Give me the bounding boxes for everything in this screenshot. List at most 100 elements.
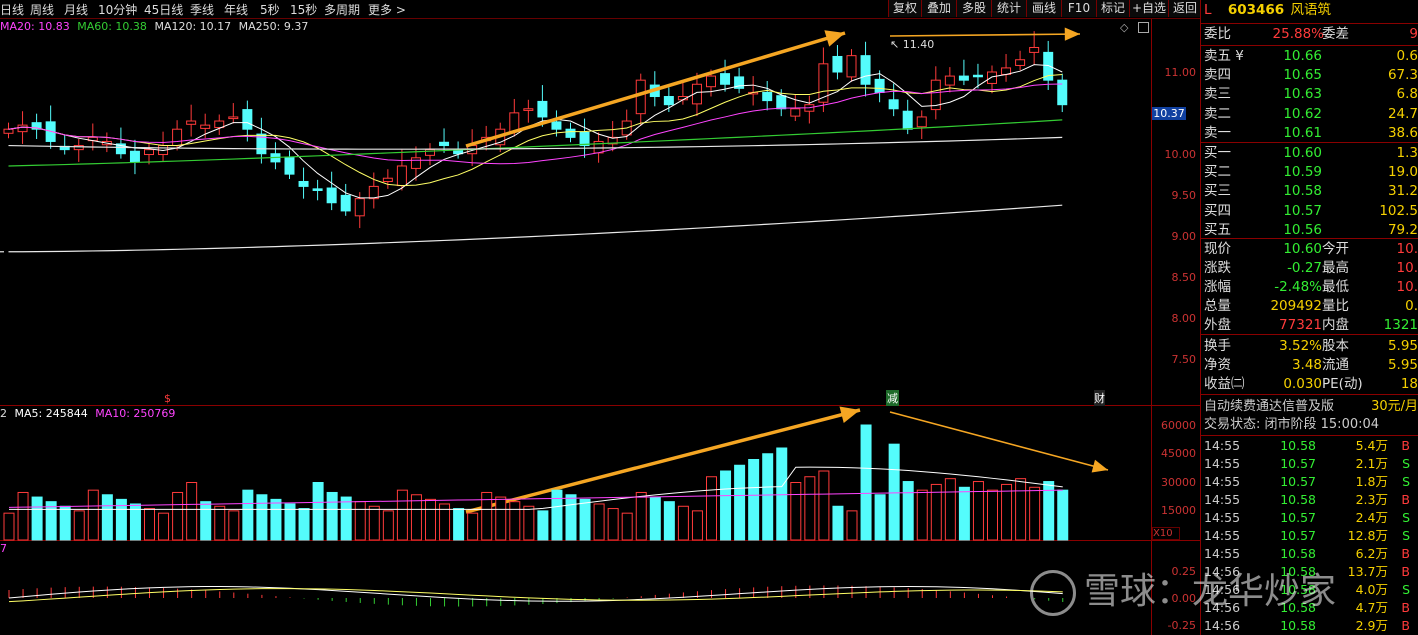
tick-side: B [1401,564,1410,579]
quote-label: 收益㈡ [1204,376,1245,392]
candle-body [888,99,899,110]
candle-body [860,55,871,85]
candle-body [284,156,295,175]
candle-body [790,108,801,117]
weibi-label: 委比 [1204,26,1231,42]
candle-body [987,71,997,84]
volume-bar [186,482,198,541]
volume-bar [621,512,633,541]
order-row[interactable]: 买四 10.57 102.5 [1204,202,1418,221]
order-row[interactable]: 买一 10.60 1.3 [1204,144,1418,163]
divider [1201,45,1418,46]
tick-volume: 2.3万 [1355,492,1388,507]
volume-bar [312,482,324,541]
order-row[interactable]: 买三 10.58 31.2 [1204,182,1418,201]
tick-side: S [1402,528,1410,543]
order-price: 10.58 [1283,183,1322,200]
order-row[interactable]: 卖一 10.61 38.6 [1204,124,1418,143]
current-price-tag: 10.37 [1152,107,1186,120]
divider [1201,23,1418,24]
order-row[interactable]: 卖二 10.62 24.7 [1204,105,1418,124]
quote-value: 10. [1396,260,1418,276]
tick-price: 10.58 [1280,546,1316,561]
tick-side: B [1401,600,1410,615]
candle-body [312,188,323,191]
ma5-line [8,64,1063,199]
quote-row: 收益㈡ 0.030 PE(动) 18 [1204,375,1418,394]
volume-bar [874,494,886,541]
quote-value: 77321 [1279,317,1322,333]
promo-text: 自动续费通达信普及版 [1204,399,1335,414]
tick-side: S [1402,456,1410,471]
quote-value: 10.60 [1283,241,1322,257]
volume-bar [354,501,366,541]
tick-price: 10.57 [1280,474,1316,489]
volume-unit-label: X10 [1152,527,1180,540]
order-row[interactable]: 卖三 10.63 6.8 [1204,85,1418,104]
price-axis-label: 10.00 [1164,148,1197,161]
order-row[interactable]: 卖四 10.65 67.3 [1204,66,1418,85]
price-axis-label: 7.50 [1171,353,1197,366]
candle-body [298,180,309,187]
quote-row: 换手 3.52% 股本 5.95 [1204,337,1418,356]
volume-bar [172,491,184,541]
order-row[interactable]: 买二 10.59 19.0 [1204,163,1418,182]
tick-side: S [1402,474,1410,489]
quote-label: 流通 [1322,357,1349,373]
divider [1201,394,1418,395]
tick-volume: 1.8万 [1355,474,1388,489]
watermark: 雪球：龙华炒家 [1030,562,1336,616]
order-label: 卖二 [1204,105,1231,122]
volume-bar [551,489,563,541]
quote-value: 5.95 [1387,357,1418,373]
order-label: 买五 [1204,221,1231,238]
promo-row[interactable]: 自动续费通达信普及版 30元/月 [1204,397,1418,416]
tick-row: 14:55 10.57 1.8万 S [1204,473,1416,491]
tick-volume: 2.4万 [1355,510,1388,525]
quote-label: 最低 [1322,279,1349,295]
candle-body [565,128,576,138]
promo-price: 30元/月 [1371,399,1418,414]
tick-time: 14:56 [1204,618,1241,633]
volume-bar [410,494,422,541]
quote-label: 换手 [1204,338,1231,354]
order-row[interactable]: 卖五 ¥ 10.66 0.6 [1204,47,1418,66]
volume-axis-label: 30000 [1161,476,1196,489]
volume-bar [804,476,816,541]
quote-row: 净资 3.48 流通 5.95 [1204,356,1418,375]
kline-chart[interactable] [0,0,1151,635]
volume-bar [916,489,928,541]
candle-body [902,110,913,130]
volume-bar [158,512,170,541]
trend-arrow-line [465,31,846,148]
quote-label: 内盘 [1322,317,1349,333]
snowball-logo-icon [1030,570,1076,616]
tick-volume: 12.8万 [1347,528,1388,543]
tick-side: S [1402,582,1410,597]
volume-bar [87,489,99,541]
order-price: 10.62 [1283,105,1322,122]
volume-bar [144,508,155,541]
candle-body [1015,59,1026,66]
candle-body [17,124,28,133]
volume-bar [73,510,85,541]
order-volume: 19.0 [1387,164,1418,181]
quote-value: 18 [1400,376,1418,392]
quote-value: 0. [1405,298,1418,314]
tick-price: 10.58 [1280,618,1316,633]
tick-side: B [1401,546,1410,561]
candle-body [874,78,885,93]
back-button[interactable]: 返回 [1168,0,1201,17]
tick-row: 14:55 10.58 2.3万 B [1204,491,1416,509]
order-row[interactable]: 买五 10.56 79.2 [1204,221,1418,240]
volume-bar [270,498,282,541]
volume-bar [832,505,844,541]
candle-body [944,75,955,86]
ma120-line [8,136,1063,150]
volume-bar [537,510,549,541]
quote-value: 3.48 [1291,357,1322,373]
volume-bar [706,476,717,541]
candle-body [663,96,674,106]
quote-label: PE(动) [1322,376,1363,392]
quote-label: 股本 [1322,338,1349,354]
